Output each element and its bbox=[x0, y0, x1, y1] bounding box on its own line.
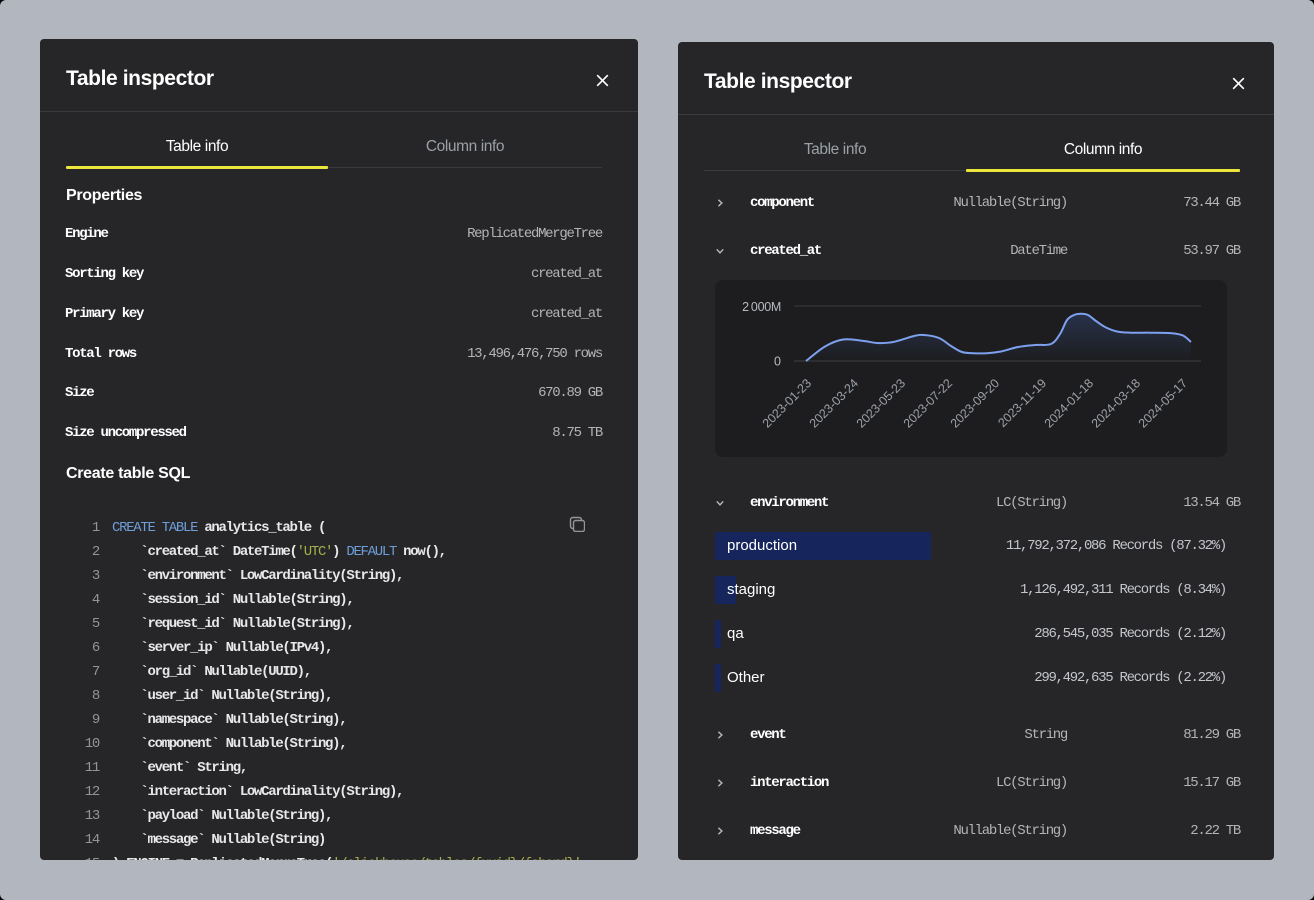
svg-text:2024-01-18: 2024-01-18 bbox=[1042, 376, 1097, 431]
svg-text:2023-05-23: 2023-05-23 bbox=[854, 376, 909, 431]
svg-text:2023-11-19: 2023-11-19 bbox=[995, 376, 1049, 430]
svg-text:0: 0 bbox=[774, 355, 781, 369]
svg-text:2023-03-24: 2023-03-24 bbox=[807, 376, 862, 431]
svg-text:2024-05-17: 2024-05-17 bbox=[1136, 376, 1191, 431]
svg-text:2 000M: 2 000M bbox=[742, 300, 781, 314]
svg-text:2023-01-23: 2023-01-23 bbox=[760, 376, 815, 431]
svg-text:2023-09-20: 2023-09-20 bbox=[948, 376, 1003, 431]
svg-text:2023-07-22: 2023-07-22 bbox=[901, 376, 956, 431]
svg-text:2024-03-18: 2024-03-18 bbox=[1089, 376, 1144, 431]
